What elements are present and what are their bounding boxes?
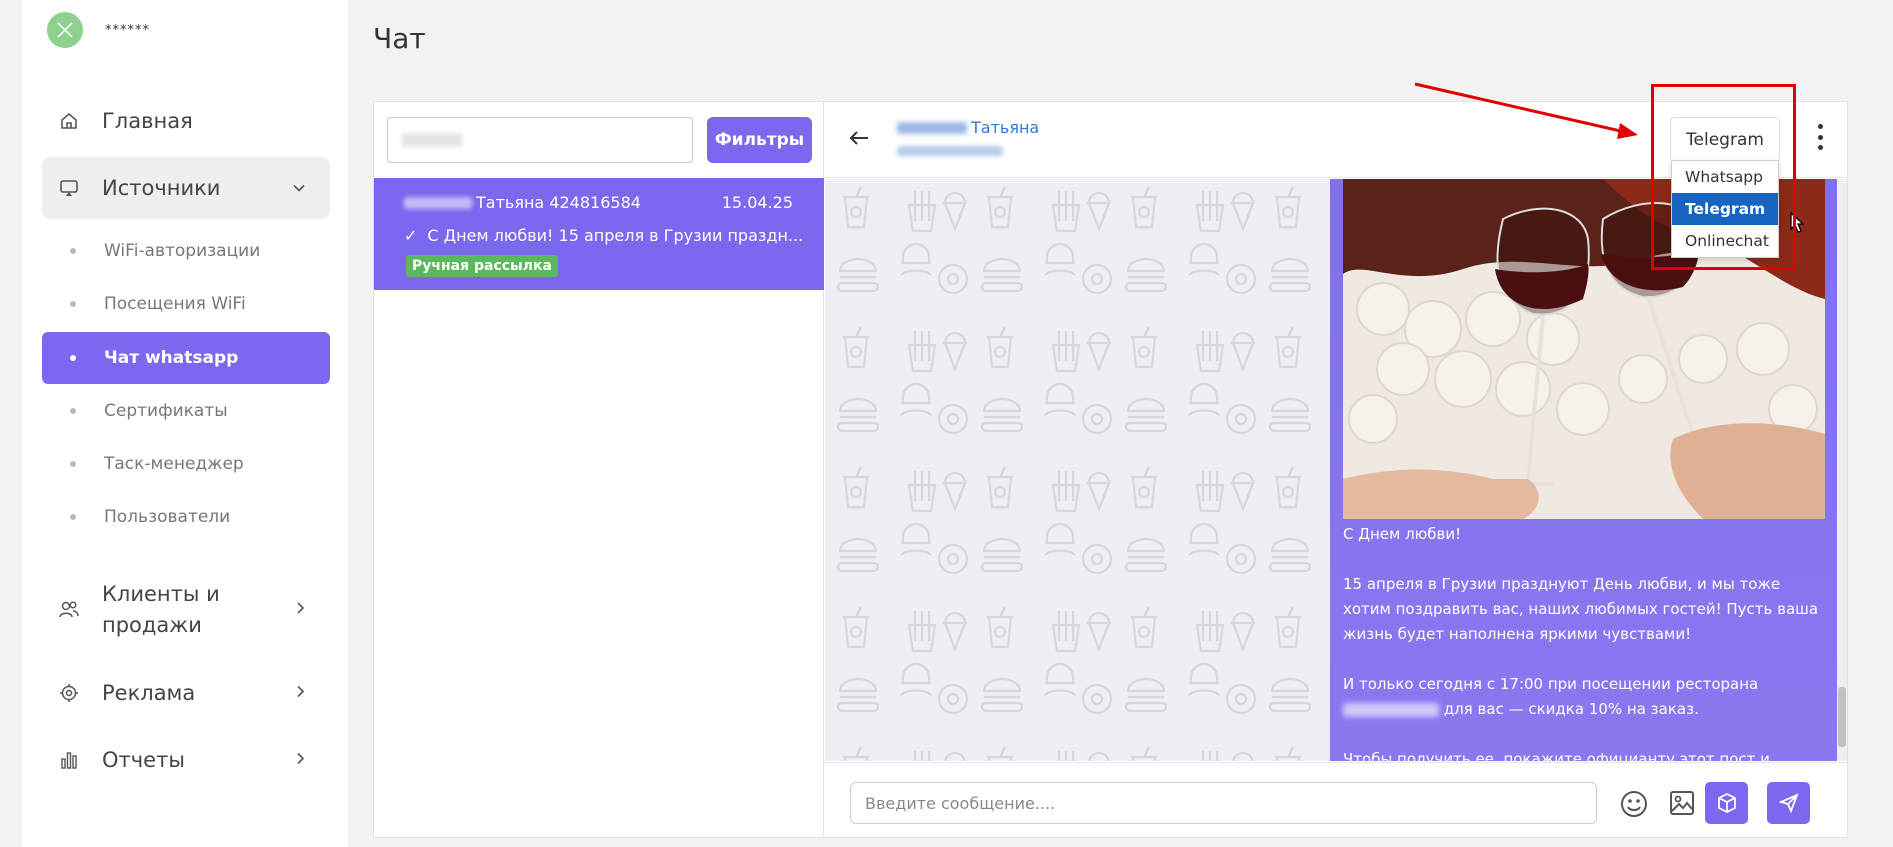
annotation-arrow [1414, 82, 1638, 139]
annotation-highlight-box [1651, 84, 1796, 270]
